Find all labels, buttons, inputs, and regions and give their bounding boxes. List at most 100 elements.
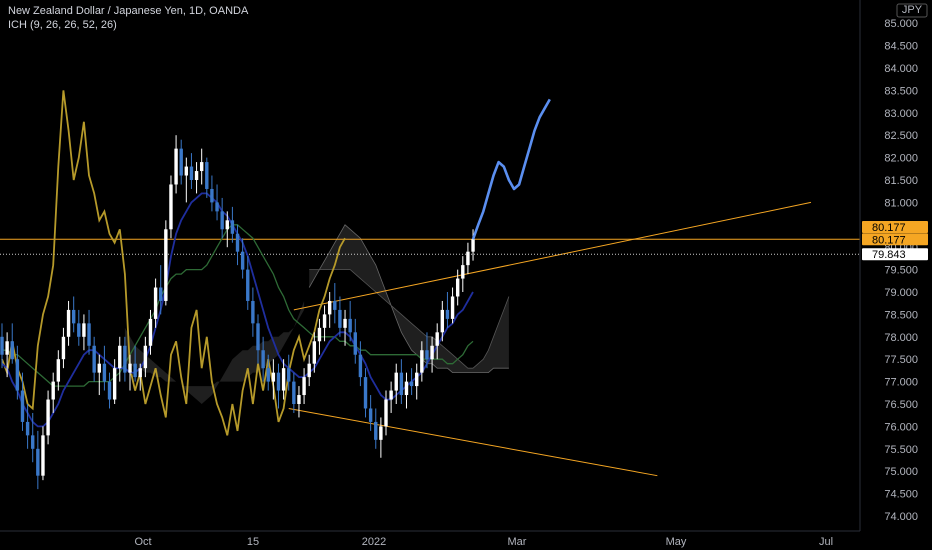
time-axis[interactable]: Oct 15 2022 Mar May Jul <box>0 530 860 548</box>
time-tick-label: Oct <box>134 536 151 548</box>
candle-body <box>307 363 311 378</box>
candle-body <box>353 332 357 355</box>
candle-body <box>394 372 398 391</box>
candle-body <box>138 368 142 378</box>
candle-body <box>317 327 322 342</box>
candle-body <box>205 162 209 189</box>
candle-body <box>97 363 101 373</box>
candle-body <box>338 309 342 328</box>
candle-body <box>159 287 163 301</box>
candle-body <box>225 220 229 230</box>
candle-body <box>77 323 81 337</box>
price-tick-label: 84.000 <box>884 63 918 75</box>
candle-body <box>0 336 4 355</box>
candle-body <box>425 350 429 360</box>
candle-body <box>420 350 424 373</box>
candle-body <box>466 251 470 266</box>
candle-body <box>271 372 276 382</box>
time-tick-label: 15 <box>247 536 259 548</box>
candle-body <box>107 381 112 400</box>
candle-body <box>266 368 270 382</box>
candle-body <box>123 345 127 373</box>
price-tick-label: 79.500 <box>884 265 918 277</box>
candle-body <box>261 350 265 369</box>
candle-body <box>374 421 378 440</box>
price-tick-label: 77.000 <box>884 377 918 389</box>
plot-background <box>0 0 860 531</box>
candle-body <box>169 184 173 230</box>
candle-body <box>66 309 71 337</box>
candle-body <box>215 202 219 212</box>
candle-body <box>210 188 214 203</box>
price-axis[interactable]: 85.000 84.500 84.000 83.500 83.000 82.500 82.0… <box>859 0 932 550</box>
price-tick-label: 75.500 <box>884 444 918 456</box>
candle-body <box>143 345 148 369</box>
candle-body <box>184 166 189 176</box>
currency-label[interactable]: JPY <box>902 4 923 16</box>
candle-body <box>194 171 199 180</box>
candle-body <box>368 408 373 422</box>
candle-body <box>5 341 9 355</box>
indicator-label[interactable]: ICH (9, 26, 26, 52, 26) <box>8 18 248 32</box>
candle-body <box>281 368 286 391</box>
price-tick-label: 85.000 <box>884 18 918 30</box>
candle-body <box>333 300 337 310</box>
price-tag-value: 79.843 <box>872 249 906 261</box>
candle-body <box>461 265 465 279</box>
symbol-title[interactable]: New Zealand Dollar / Japanese Yen, 1D, O… <box>8 4 248 18</box>
candle-body <box>445 309 450 319</box>
candle-body <box>348 318 352 333</box>
price-tag-value: 80.177 <box>872 222 906 234</box>
candle-body <box>256 323 260 351</box>
candle-body <box>164 229 168 301</box>
time-tick-label: May <box>666 536 687 548</box>
candle-body <box>312 341 317 364</box>
candle-body <box>363 377 368 409</box>
price-tick-label: 75.000 <box>884 466 918 478</box>
candle-body <box>36 448 40 476</box>
candle-body <box>240 251 245 270</box>
candle-body <box>302 377 306 396</box>
candle-body <box>471 239 475 252</box>
candle-body <box>384 399 388 427</box>
candle-body <box>179 148 183 176</box>
price-tick-label: 74.000 <box>884 511 918 523</box>
candle-body <box>343 318 347 328</box>
price-tick-label: 81.000 <box>884 197 918 209</box>
candle-body <box>87 323 91 346</box>
candle-body <box>251 300 255 324</box>
candle-body <box>230 220 235 234</box>
price-tick-label: 76.500 <box>884 399 918 411</box>
candle-body <box>297 395 301 404</box>
candle-body <box>46 399 50 436</box>
candle-body <box>189 166 194 180</box>
candle-body <box>25 421 30 436</box>
candle-body <box>327 300 332 315</box>
candle-body <box>450 296 455 319</box>
price-tick-label: 76.000 <box>884 421 918 433</box>
price-chart[interactable]: 85.000 84.500 84.000 83.500 83.000 82.500 82.0… <box>0 0 932 550</box>
candle-body <box>415 372 419 387</box>
candle-body <box>404 381 409 396</box>
candle-body <box>92 345 96 373</box>
price-tick-label: 83.000 <box>884 108 918 120</box>
candle-body <box>276 372 281 391</box>
candle-body <box>10 341 14 360</box>
price-tag-value: 80.177 <box>872 234 906 246</box>
price-tick-label: 82.500 <box>884 130 918 142</box>
candle-body <box>82 323 86 337</box>
candle-body <box>128 363 132 373</box>
candle-body <box>358 354 363 378</box>
candle-body <box>246 269 250 301</box>
price-tick-label: 78.500 <box>884 309 918 321</box>
candle-body <box>292 381 296 404</box>
candle-body <box>71 309 76 324</box>
candle-body <box>61 336 66 360</box>
candle-body <box>435 332 439 346</box>
candle-body <box>199 162 204 172</box>
candle-body <box>20 390 25 422</box>
candle-body <box>153 287 158 319</box>
candle-body <box>287 368 291 382</box>
candle-body <box>31 435 35 449</box>
candle-body <box>235 233 240 252</box>
